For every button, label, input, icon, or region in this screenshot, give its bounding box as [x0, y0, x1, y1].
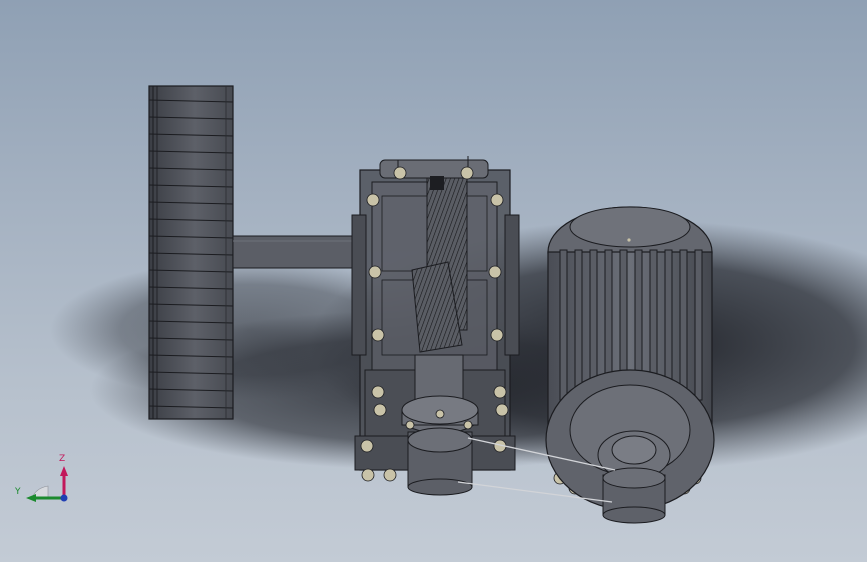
graphics-viewport[interactable]: Z Y — [0, 0, 867, 562]
fan-wheel[interactable] — [148, 85, 234, 420]
triad-z-label: Z — [59, 454, 66, 464]
model-scene[interactable] — [0, 0, 867, 562]
motor-pulley[interactable] — [597, 430, 671, 524]
triad-y-label: Y — [15, 487, 21, 497]
y-axis-head — [26, 494, 36, 502]
z-axis-head — [60, 466, 68, 476]
shaft[interactable] — [232, 235, 359, 269]
coordinate-triad: Z Y — [14, 452, 74, 508]
x-axis-dot — [60, 494, 68, 502]
